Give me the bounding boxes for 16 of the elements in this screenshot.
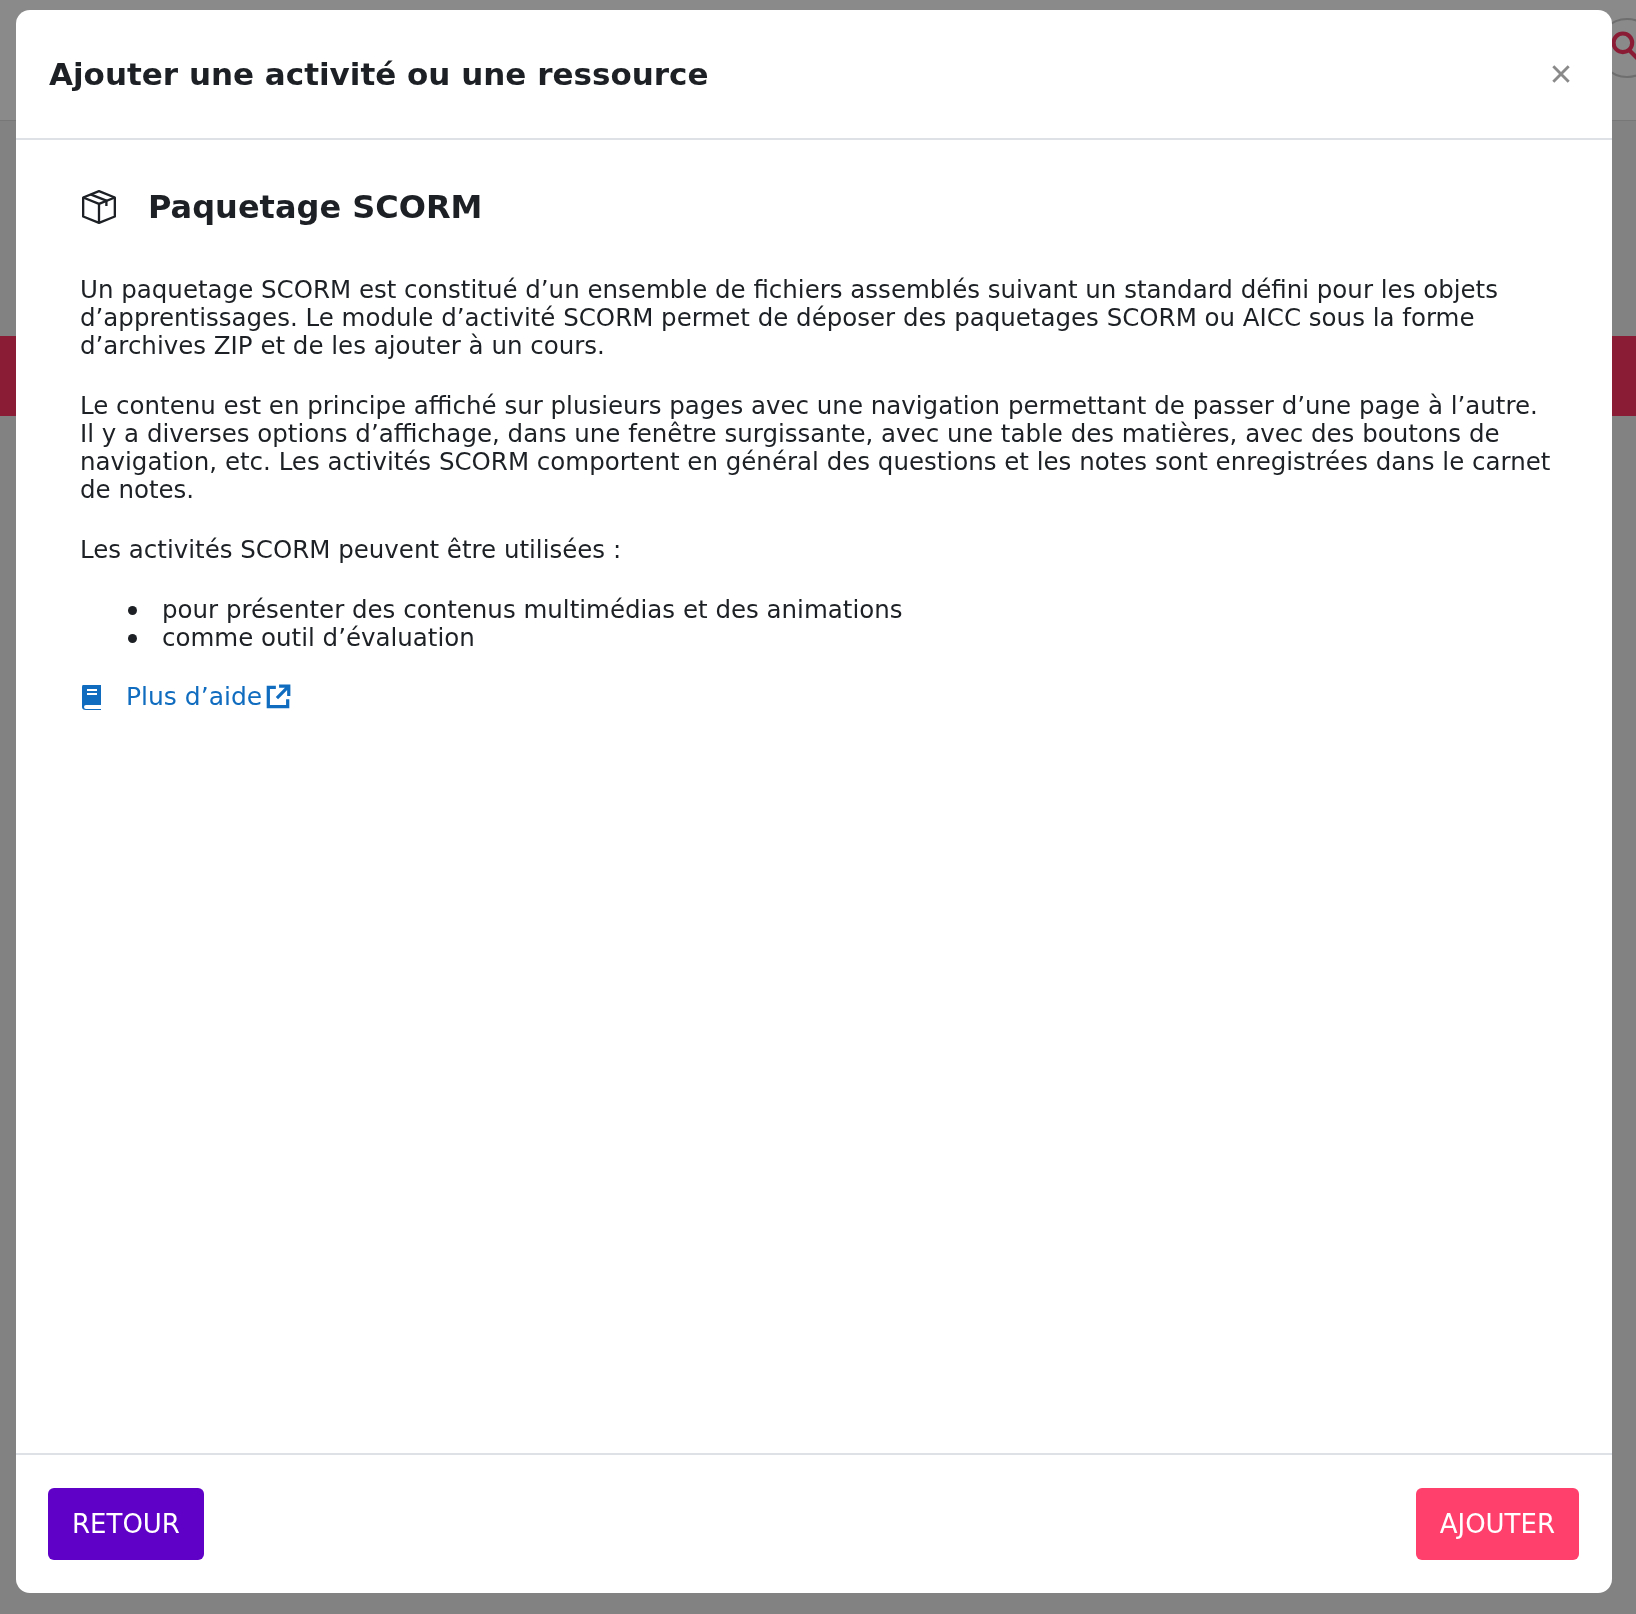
back-button[interactable]: RETOUR — [48, 1488, 204, 1560]
bullet-icon — [128, 605, 137, 615]
add-button[interactable]: AJOUTER — [1415, 1488, 1579, 1560]
bullet-icon — [128, 633, 137, 643]
dialog-title: Ajouter une activité ou une ressource — [49, 56, 709, 92]
description-text: Les activités SCORM peuvent être utilisées : — [80, 536, 623, 564]
external-link-icon — [264, 682, 293, 711]
list-item: pour présenter des contenus multimédias et des animations — [162, 596, 903, 624]
list-item: comme outil d’évaluation — [162, 624, 475, 652]
description-text: Le contenu est en principe affiché sur plusieurs pages avec une navigation permettant de passer d’une page à l’autre. Il y a diverses options d’affichage, dans une fenêtre surgissante, avec une table des matières, avec des boutons de navigation, etc. Les activités SCORM comportent en général des questions et les notes sont enregistrées dans le carnet de notes. — [80, 392, 1552, 504]
box-icon — [80, 188, 118, 226]
module-title: Paquetage SCORM — [148, 188, 483, 226]
description-text: Un paquetage SCORM est constitué d’un ensemble de fichiers assemblés suivant un standard défini pour les objets d’apprentissages. Le module d’activité SCORM permet de déposer des paquetages SCORM ou AICC sous la forme d’archives ZIP et de les ajouter à un cours. — [80, 276, 1499, 360]
close-icon[interactable] — [1550, 63, 1572, 85]
help-link[interactable]: Plus d’aide — [126, 682, 293, 711]
book-icon — [80, 682, 104, 711]
